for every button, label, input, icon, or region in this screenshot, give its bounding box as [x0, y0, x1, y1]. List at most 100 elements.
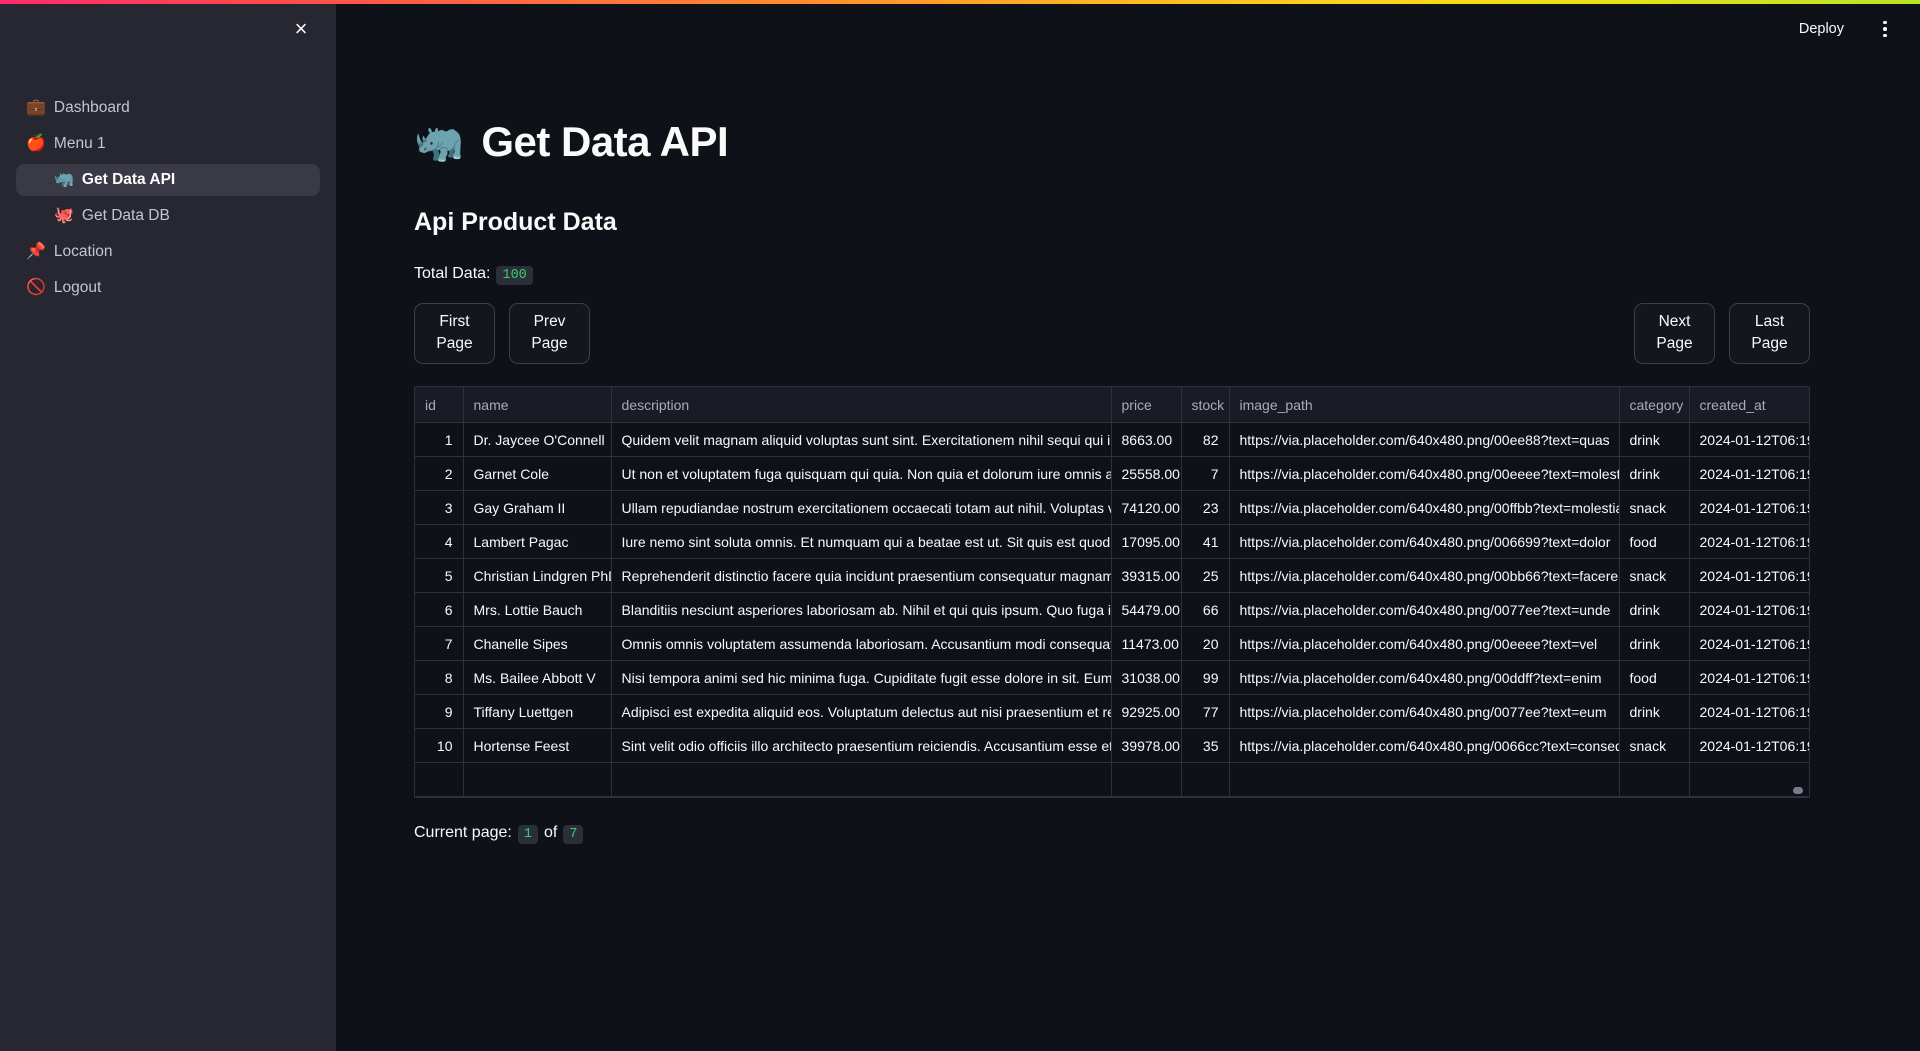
- spacer-cell: [1111, 762, 1182, 798]
- cell-image_path: https://via.placeholder.com/640x480.png/…: [1229, 456, 1620, 492]
- cell-idx: 5: [415, 558, 464, 594]
- current-page-line: Current page: 1 of 7: [414, 824, 1810, 845]
- table-header-description: description: [611, 386, 1112, 424]
- cell-category: drink: [1619, 694, 1690, 730]
- prev-page-button[interactable]: Prev Page: [509, 303, 590, 364]
- sidebar-item-location[interactable]: 📌 Location: [16, 236, 320, 268]
- cell-created_at: 2024-01-12T06:19:22.: [1689, 490, 1809, 526]
- cell-stock: 77: [1181, 694, 1230, 730]
- table-header-name: name: [463, 386, 612, 424]
- spacer-cell: [463, 762, 612, 798]
- deploy-button[interactable]: Deploy: [1787, 15, 1856, 43]
- cell-description: Reprehenderit distinctio facere quia inc…: [611, 558, 1112, 594]
- cell-image_path: https://via.placeholder.com/640x480.png/…: [1229, 490, 1620, 526]
- sidebar-item-get-data-db[interactable]: 🐙 Get Data DB: [16, 200, 320, 232]
- table-head: id name description price stock image_path cat…: [415, 386, 1809, 424]
- cell-idx: 9: [415, 694, 464, 730]
- cell-description: Nisi tempora animi sed hic minima fuga. …: [611, 660, 1112, 696]
- data-table-container: id name description price stock image_path cat…: [414, 385, 1810, 799]
- cell-stock: 41: [1181, 524, 1230, 560]
- table-header-row: id name description price stock image_path cat…: [415, 386, 1809, 424]
- sidebar-item-dashboard[interactable]: 💼 Dashboard: [16, 92, 320, 124]
- cell-category: drink: [1619, 456, 1690, 492]
- next-page-button[interactable]: Next Page: [1634, 303, 1715, 364]
- top-gradient-bar: [0, 0, 1920, 4]
- cell-created_at: 2024-01-12T06:19:22.: [1689, 456, 1809, 492]
- cell-idx: 8: [415, 660, 464, 696]
- pagination-right-group: Next Page Last Page: [1634, 303, 1810, 364]
- pushpin-icon: 📌: [26, 243, 46, 260]
- cell-name: Gay Graham II: [463, 490, 612, 526]
- cell-description: Ullam repudiandae nostrum exercitationem…: [611, 490, 1112, 526]
- rhinoceros-icon: 🦏: [414, 120, 464, 164]
- cell-price: 11473.00: [1111, 626, 1182, 662]
- sidebar-item-get-data-api[interactable]: 🦏 Get Data API: [16, 164, 320, 196]
- sidebar-item-label: Get Data DB: [81, 207, 170, 224]
- cell-stock: 20: [1181, 626, 1230, 662]
- of-label: of: [543, 824, 558, 842]
- cell-description: Ut non et voluptatem fuga quisquam qui q…: [611, 456, 1112, 492]
- first-page-button[interactable]: First Page: [414, 303, 495, 364]
- spacer-cell: [611, 762, 1112, 798]
- cell-created_at: 2024-01-12T06:19:22.: [1689, 524, 1809, 560]
- cell-category: snack: [1619, 490, 1690, 526]
- sidebar-item-label: Get Data API: [81, 171, 176, 188]
- total-pages-value: 7: [563, 825, 584, 845]
- cell-price: 39978.00: [1111, 728, 1182, 764]
- sidebar-nav: 💼 Dashboard 🍎 Menu 1 🦏 Get Data API 🐙 Get Data …: [0, 92, 336, 308]
- cell-price: 25558.00: [1111, 456, 1182, 492]
- sidebar-item-logout[interactable]: 🚫 Logout: [16, 272, 320, 304]
- cell-idx: 4: [415, 524, 464, 560]
- kebab-menu-icon[interactable]: [1870, 14, 1900, 44]
- table-spacer-row: [415, 762, 1809, 798]
- table-row: 9 Tiffany Luettgen Adipisci est expedita a…: [415, 694, 1809, 730]
- cell-idx: 2: [415, 456, 464, 492]
- table-row: 8 Ms. Bailee Abbott V Nisi tempora animi s…: [415, 660, 1809, 696]
- cell-image_path: https://via.placeholder.com/640x480.png/…: [1229, 728, 1620, 764]
- app-root: × 💼 Dashboard 🍎 Menu 1 🦏 Get Data API 🐙 Get Dat…: [0, 0, 1920, 1051]
- page-title-text: Get Data API: [481, 118, 729, 165]
- cell-image_path: https://via.placeholder.com/640x480.png/…: [1229, 660, 1620, 696]
- table-row: 3 Gay Graham II Ullam repudiandae nostrum …: [415, 490, 1809, 526]
- last-page-button[interactable]: Last Page: [1729, 303, 1810, 364]
- cell-description: Quidem velit magnam aliquid voluptas sun…: [611, 422, 1112, 458]
- cell-price: 54479.00: [1111, 592, 1182, 628]
- sidebar-item-menu-1[interactable]: 🍎 Menu 1: [16, 128, 320, 160]
- cell-category: drink: [1619, 626, 1690, 662]
- cell-idx: 1: [415, 422, 464, 458]
- cell-created_at: 2024-01-12T06:19:22.: [1689, 660, 1809, 696]
- current-page-value: 1: [517, 825, 538, 845]
- cell-stock: 99: [1181, 660, 1230, 696]
- kebab-dot: [1883, 20, 1887, 25]
- spacer-cell: [1229, 762, 1620, 798]
- sidebar-item-label: Menu 1: [53, 135, 106, 152]
- spacer-cell: [1689, 762, 1809, 798]
- table-row: 4 Lambert Pagac Iure nemo sint soluta omni…: [415, 524, 1809, 560]
- cell-created_at: 2024-01-12T06:19:22.: [1689, 626, 1809, 662]
- cell-image_path: https://via.placeholder.com/640x480.png/…: [1229, 524, 1620, 560]
- cell-name: Hortense Feest: [463, 728, 612, 764]
- cell-idx: 10: [415, 728, 464, 764]
- apple-icon: 🍎: [26, 135, 46, 152]
- cell-stock: 25: [1181, 558, 1230, 594]
- pagination-controls: First Page Prev Page Next Page Last Page: [414, 303, 1810, 364]
- cell-created_at: 2024-01-12T06:19:22.: [1689, 558, 1809, 594]
- sidebar-item-label: Dashboard: [53, 99, 130, 116]
- sidebar-close-icon[interactable]: ×: [284, 12, 318, 46]
- cell-name: Dr. Jaycee O'Connell: [463, 422, 612, 458]
- current-page-label: Current page:: [414, 824, 512, 842]
- cell-created_at: 2024-01-12T06:19:22.: [1689, 592, 1809, 628]
- cell-created_at: 2024-01-12T06:19:22.: [1689, 422, 1809, 458]
- cell-price: 92925.00: [1111, 694, 1182, 730]
- cell-created_at: 2024-01-12T06:19:22.: [1689, 728, 1809, 764]
- spacer-cell: [1619, 762, 1690, 798]
- table-row: 2 Garnet Cole Ut non et voluptatem fuga qu…: [415, 456, 1809, 492]
- cell-idx: 3: [415, 490, 464, 526]
- briefcase-icon: 💼: [26, 99, 46, 116]
- page-title: 🦏 Get Data API: [414, 118, 1810, 166]
- cell-image_path: https://via.placeholder.com/640x480.png/…: [1229, 592, 1620, 628]
- total-data-line: Total Data: 100: [414, 265, 1810, 285]
- table-header-category: category: [1619, 386, 1690, 424]
- cell-name: Mrs. Lottie Bauch: [463, 592, 612, 628]
- no-entry-icon: 🚫: [26, 279, 46, 296]
